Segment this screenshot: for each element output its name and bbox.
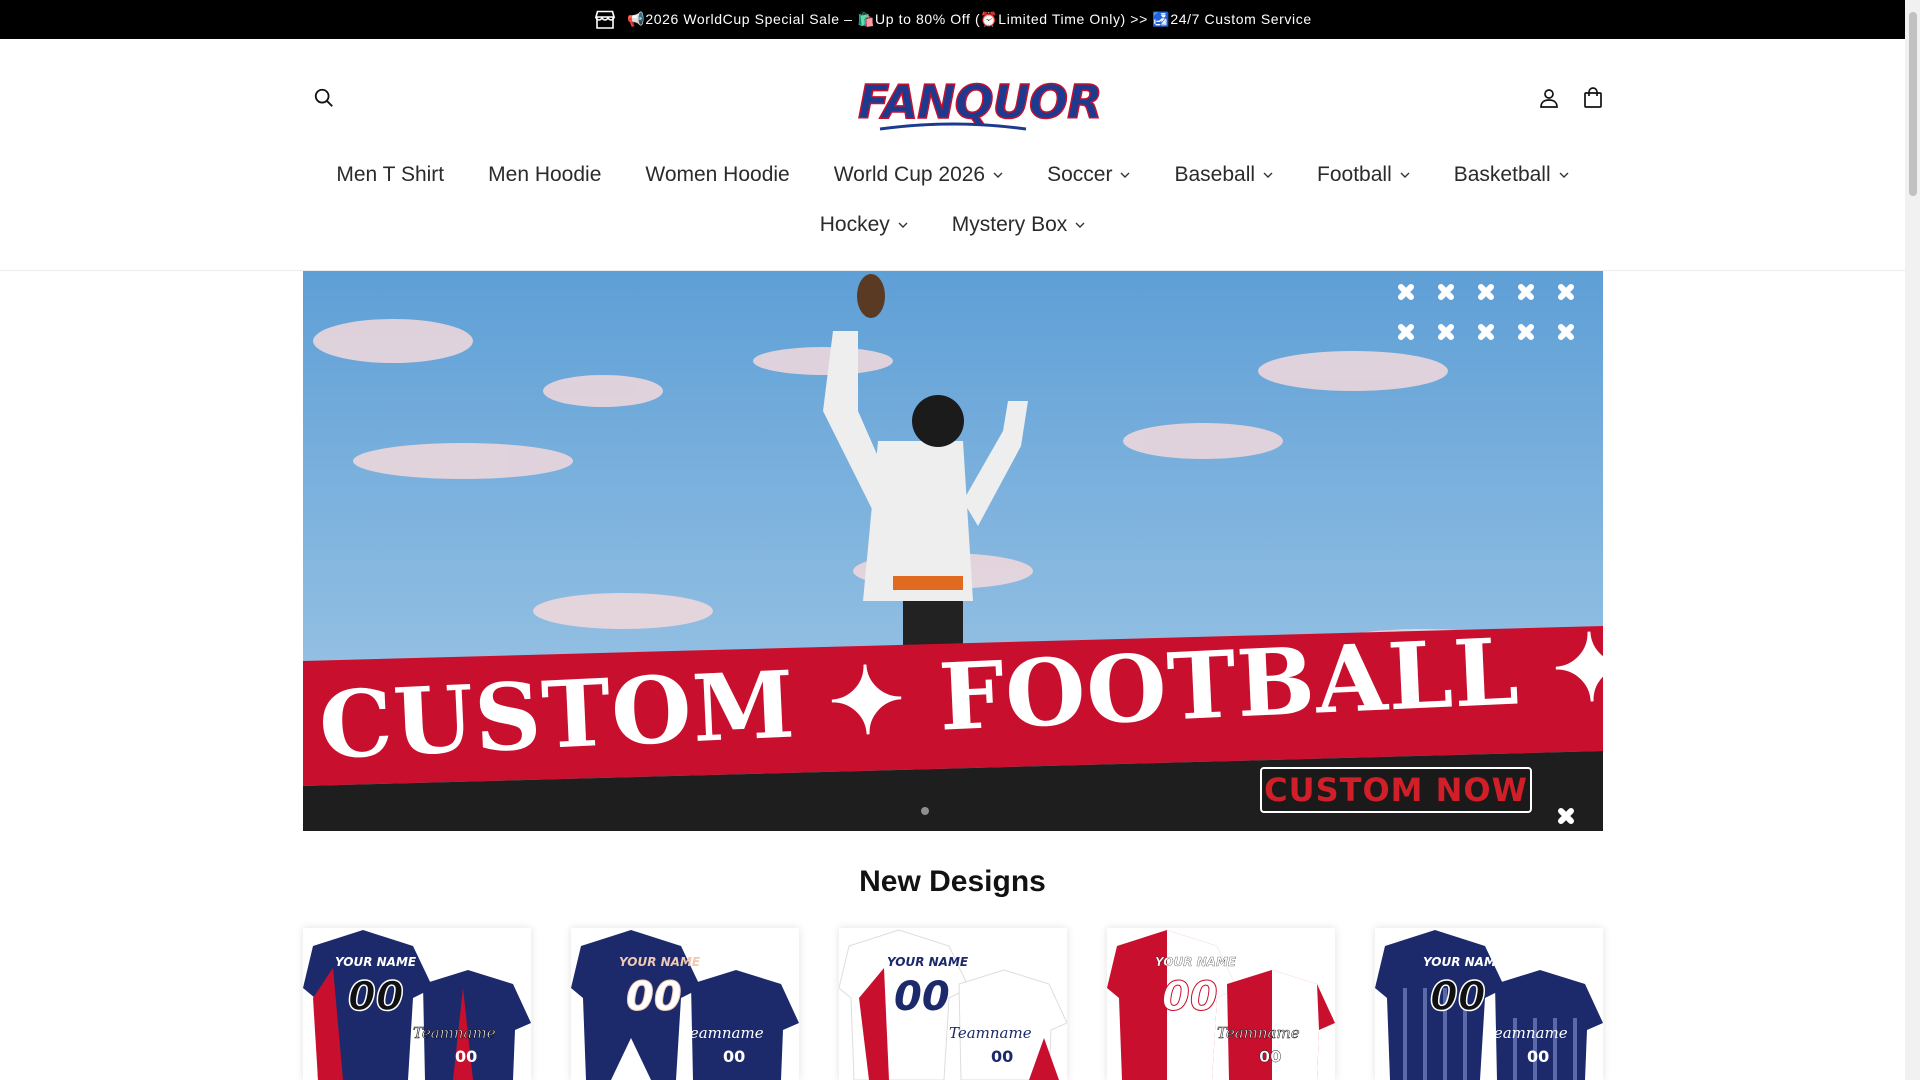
svg-text:00: 00 [991, 1047, 1013, 1066]
chevron-down-icon [898, 222, 908, 228]
announcement-bar: 📢2026 WorldCup Special Sale – 🛍️Up to 80… [0, 0, 1905, 39]
nav-item-women-hoodie[interactable]: Women Hoodie [645, 160, 789, 190]
scrollbar-thumb[interactable] [1909, 12, 1917, 196]
product-card[interactable]: YOUR NAME 00 Teamname 00 [839, 928, 1067, 1080]
product-image: YOUR NAME 00 Teamname 00 [839, 929, 1067, 1080]
logo-swoosh [879, 122, 1027, 131]
product-card[interactable]: YOUR NAME 00 Teamname 00 [303, 928, 531, 1080]
nav-item-hockey[interactable]: Hockey [820, 210, 908, 240]
product-image: YOUR NAME 00 Teamname 00 [571, 930, 799, 1080]
nav-item-world-cup-2026[interactable]: World Cup 2026 [834, 160, 1003, 190]
svg-text:YOUR NAME: YOUR NAME [619, 955, 701, 969]
svg-text:Teamname: Teamname [1485, 1024, 1568, 1042]
main-nav: Men T Shirt Men Hoodie Women Hoodie Worl… [0, 160, 1905, 190]
custom-now-button[interactable]: CUSTOM NOW [1260, 767, 1532, 813]
chevron-down-icon [1559, 172, 1569, 178]
product-grid: YOUR NAME 00 Teamname 00 YOUR NAME 00 Te… [303, 928, 1603, 1080]
announcement-text[interactable]: 📢2026 WorldCup Special Sale – 🛍️Up to 80… [627, 11, 1311, 28]
account-icon[interactable] [1537, 86, 1561, 110]
chevron-down-icon [993, 172, 1003, 178]
shop-icon [593, 8, 617, 32]
page-scrollbar[interactable] [1905, 0, 1920, 1080]
site-header: FANQUOR Men T Shirt Men Hoodie Women Hoo… [0, 39, 1905, 271]
product-card[interactable]: YOUR NAME 00 Teamname 00 [571, 928, 799, 1080]
nav-item-men-hoodie[interactable]: Men Hoodie [488, 160, 601, 190]
svg-text:Teamname: Teamname [949, 1024, 1032, 1042]
nav-item-baseball[interactable]: Baseball [1174, 160, 1273, 190]
chevron-down-icon [1075, 222, 1085, 228]
svg-text:00: 00 [455, 1047, 477, 1066]
svg-text:Teamname: Teamname [681, 1024, 764, 1042]
nav-item-mystery-box[interactable]: Mystery Box [952, 210, 1086, 240]
svg-text:YOUR NAME: YOUR NAME [1423, 955, 1505, 969]
svg-text:00: 00 [348, 974, 404, 1020]
svg-text:Teamname: Teamname [413, 1024, 496, 1042]
cart-icon[interactable] [1581, 86, 1605, 110]
svg-text:00: 00 [1430, 974, 1486, 1020]
svg-text:YOUR NAME: YOUR NAME [887, 955, 969, 969]
nav-item-soccer[interactable]: Soccer [1047, 160, 1130, 190]
svg-text:00: 00 [894, 974, 950, 1020]
product-card[interactable]: YOUR NAME 00 Teamname 00 [1375, 928, 1603, 1080]
product-card[interactable]: YOUR NAME 00 Teamname 00 [1107, 928, 1335, 1080]
chevron-down-icon [1263, 172, 1273, 178]
svg-text:00: 00 [723, 1047, 745, 1066]
nav-item-basketball[interactable]: Basketball [1454, 160, 1569, 190]
chevron-down-icon [1400, 172, 1410, 178]
chevron-down-icon [1120, 172, 1130, 178]
svg-text:00: 00 [1527, 1047, 1549, 1066]
product-image: YOUR NAME 00 Teamname 00 [303, 930, 531, 1080]
svg-text:YOUR NAME: YOUR NAME [335, 955, 417, 969]
section-title: New Designs [859, 865, 1046, 898]
svg-text:00: 00 [626, 974, 682, 1020]
main-nav-row-2: Hockey Mystery Box [0, 210, 1905, 240]
svg-text:YOUR NAME: YOUR NAME [1155, 955, 1237, 969]
svg-text:Teamname: Teamname [1217, 1024, 1300, 1042]
nav-item-football[interactable]: Football [1317, 160, 1410, 190]
nav-item-men-t-shirt[interactable]: Men T Shirt [336, 160, 444, 190]
site-logo[interactable]: FANQUOR [857, 73, 1103, 131]
svg-text:00: 00 [1162, 974, 1218, 1020]
product-image: YOUR NAME 00 Teamname 00 [1375, 930, 1603, 1080]
svg-text:00: 00 [1259, 1047, 1281, 1066]
product-image: YOUR NAME 00 Teamname 00 [1107, 930, 1335, 1080]
hero-banner[interactable]: CUSTOM ✦ FOOTBALL ✦ JERSEY CUSTOM NOW [303, 271, 1603, 831]
search-icon[interactable] [312, 86, 336, 110]
slide-indicator[interactable] [921, 807, 929, 815]
